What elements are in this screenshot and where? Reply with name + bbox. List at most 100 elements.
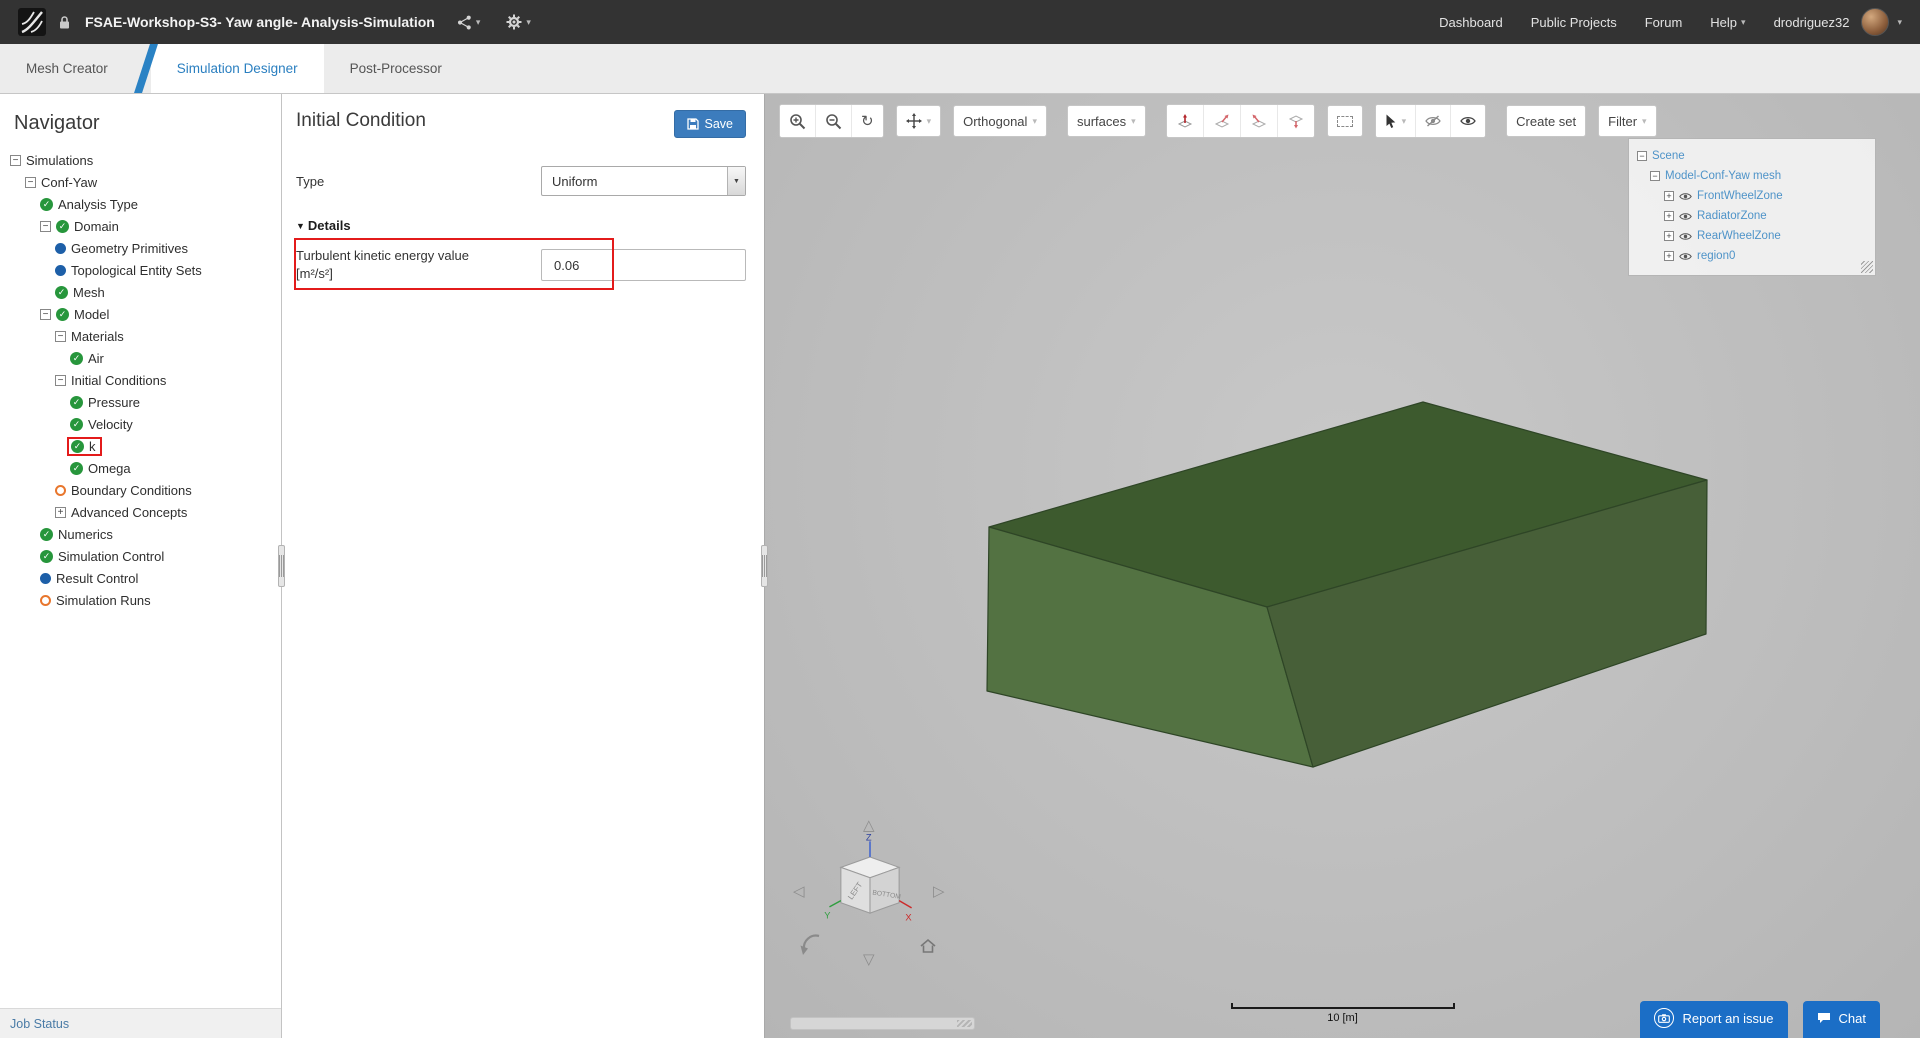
tree-item-materials[interactable]: − Materials — [0, 325, 281, 347]
tree-item-result-control[interactable]: Result Control — [0, 567, 281, 589]
section-plane-button[interactable] — [1166, 105, 1203, 137]
scene-item-frontwheelzone[interactable]: + FrontWheelZone — [1637, 186, 1867, 206]
filter-dropdown[interactable]: Filter ▾ — [1598, 105, 1657, 137]
expand-toggle-icon[interactable]: + — [1664, 211, 1674, 221]
view-cube[interactable]: LEFT BOTTOM Z X Y — [823, 832, 917, 936]
section-y-button[interactable] — [1239, 105, 1277, 137]
report-issue-label: Report an issue — [1682, 1010, 1774, 1026]
collapse-toggle-icon[interactable]: − — [10, 154, 21, 166]
collapse-toggle-icon[interactable]: − — [55, 374, 66, 386]
tree-item-simulations[interactable]: − Simulations — [0, 149, 281, 171]
scene-item-model-conf-yaw-mesh[interactable]: − Model-Conf-Yaw mesh — [1637, 166, 1867, 186]
hide-selection-button[interactable] — [1415, 105, 1451, 137]
tree-item-simulation-control[interactable]: ✓ Simulation Control — [0, 545, 281, 567]
orientation-gizmo[interactable]: △ ◁ ▷ ▽ LEFT BOTTOM Z X Y — [781, 818, 963, 996]
tree-item-topological-entity-sets[interactable]: Topological Entity Sets — [0, 259, 281, 281]
tree-item-initial-conditions[interactable]: − Initial Conditions — [0, 369, 281, 391]
tree-item-numerics[interactable]: ✓ Numerics — [0, 523, 281, 545]
tree-item-omega[interactable]: ✓ Omega — [0, 457, 281, 479]
tree-item-advanced-concepts[interactable]: + Advanced Concepts — [0, 501, 281, 523]
tree-item-air[interactable]: ✓ Air — [0, 347, 281, 369]
collapse-toggle-icon[interactable]: − — [25, 176, 36, 188]
viewport-3d[interactable]: ↻ ▾ Orthogonal ▾ surfaces ▾ ▾ Create set… — [765, 94, 1920, 1038]
expand-toggle-icon[interactable]: + — [1664, 231, 1674, 241]
collapse-toggle-icon[interactable]: − — [40, 308, 51, 320]
scene-tree-panel[interactable]: − Scene − Model-Conf-Yaw mesh + FrontWhe… — [1628, 138, 1876, 276]
expand-toggle-icon[interactable]: + — [55, 506, 66, 518]
settings-panel-resize-handle[interactable] — [761, 545, 768, 587]
turbulent-kinetic-energy-input[interactable] — [541, 249, 746, 282]
pan-tool-button[interactable]: ▾ — [895, 105, 942, 137]
nav-link-public-projects[interactable]: Public Projects — [1531, 15, 1617, 30]
tree-item-domain[interactable]: − ✓ Domain — [0, 215, 281, 237]
expand-toggle-icon[interactable]: + — [1664, 191, 1674, 201]
tree-item-label: Analysis Type — [58, 196, 138, 212]
tree-item-boundary-conditions[interactable]: Boundary Conditions — [0, 479, 281, 501]
tab-post-processor[interactable]: Post-Processor — [324, 44, 468, 93]
type-select[interactable]: Uniform ▼ — [541, 166, 746, 196]
rotate-down-icon[interactable]: ▽ — [863, 952, 875, 967]
nav-link-help[interactable]: Help ▾ — [1710, 15, 1745, 30]
render-mode-dropdown[interactable]: surfaces ▾ — [1066, 105, 1146, 137]
scene-item-scene[interactable]: − Scene — [1637, 146, 1867, 166]
status-complete-icon: ✓ — [70, 395, 83, 409]
status-complete-icon: ✓ — [56, 307, 69, 321]
zoom-in-button[interactable] — [780, 105, 815, 137]
tree-item-velocity[interactable]: ✓ Velocity — [0, 413, 281, 435]
scene-item-radiatorzone[interactable]: + RadiatorZone — [1637, 206, 1867, 226]
scene-item-region0[interactable]: + region0 — [1637, 246, 1867, 266]
rotate-clockwise-icon[interactable] — [799, 932, 825, 958]
expand-toggle-icon[interactable]: + — [1664, 251, 1674, 261]
section-z-icon — [1288, 115, 1303, 129]
tree-item-pressure[interactable]: ✓ Pressure — [0, 391, 281, 413]
visibility-eye-icon[interactable] — [1679, 212, 1692, 221]
show-all-button[interactable] — [1450, 105, 1486, 137]
collapse-toggle-icon[interactable]: − — [1637, 151, 1647, 161]
visibility-eye-icon[interactable] — [1679, 252, 1692, 261]
tree-item-model[interactable]: − ✓ Model — [0, 303, 281, 325]
box-select-button[interactable] — [1326, 105, 1363, 137]
share-menu-button[interactable]: ▾ — [453, 11, 485, 34]
report-issue-button[interactable]: Report an issue — [1640, 1001, 1788, 1038]
collapse-toggle-icon[interactable]: − — [40, 220, 51, 232]
select-arrow-icon[interactable]: ▼ — [727, 167, 745, 195]
status-incomplete-icon — [40, 594, 51, 606]
chat-button[interactable]: Chat — [1802, 1001, 1880, 1038]
tree-item-simulation-runs[interactable]: Simulation Runs — [0, 589, 281, 611]
collapse-toggle-icon[interactable]: − — [1650, 171, 1660, 181]
zoom-out-button[interactable] — [815, 105, 851, 137]
nav-link-dashboard[interactable]: Dashboard — [1439, 15, 1503, 30]
details-section-header[interactable]: ▼ Details — [296, 218, 764, 233]
rotate-right-icon[interactable]: ▷ — [933, 884, 945, 899]
username[interactable]: drodriguez32 — [1774, 15, 1850, 30]
tree-item-analysis-type[interactable]: ✓ Analysis Type — [0, 193, 281, 215]
nav-link-forum[interactable]: Forum — [1645, 15, 1683, 30]
tab-mesh-creator[interactable]: Mesh Creator — [0, 44, 134, 93]
navigator-resize-handle[interactable] — [278, 545, 285, 587]
select-tool-button[interactable]: ▾ — [1375, 105, 1416, 137]
save-button[interactable]: Save — [673, 110, 746, 138]
home-view-icon[interactable] — [919, 938, 937, 954]
chevron-down-icon[interactable]: ▾ — [1897, 17, 1902, 27]
tree-item-conf-yaw[interactable]: − Conf-Yaw — [0, 171, 281, 193]
visibility-eye-icon[interactable] — [1679, 192, 1692, 201]
avatar[interactable] — [1861, 8, 1890, 36]
collapse-toggle-icon[interactable]: − — [55, 330, 66, 342]
tab-simulation-designer[interactable]: Simulation Designer — [150, 44, 324, 93]
projection-dropdown[interactable]: Orthogonal ▾ — [953, 105, 1047, 137]
tree-item-geometry-primitives[interactable]: Geometry Primitives — [0, 237, 281, 259]
visibility-eye-icon[interactable] — [1679, 232, 1692, 241]
rotate-up-icon[interactable]: △ — [863, 818, 875, 833]
tree-item-k[interactable]: ✓ k — [0, 435, 281, 457]
create-set-button[interactable]: Create set — [1506, 105, 1587, 137]
job-status-bar[interactable]: Job Status — [0, 1008, 281, 1038]
rotate-left-icon[interactable]: ◁ — [793, 884, 805, 899]
section-z-button[interactable] — [1276, 105, 1314, 137]
scene-item-rearwheelzone[interactable]: + RearWheelZone — [1637, 226, 1867, 246]
app-logo-icon[interactable] — [18, 8, 46, 36]
section-plane-group — [1165, 104, 1315, 138]
reset-view-button[interactable]: ↻ — [851, 105, 883, 137]
tree-item-mesh[interactable]: ✓ Mesh — [0, 281, 281, 303]
section-x-button[interactable] — [1202, 105, 1240, 137]
settings-menu-button[interactable]: ▾ — [502, 10, 535, 34]
